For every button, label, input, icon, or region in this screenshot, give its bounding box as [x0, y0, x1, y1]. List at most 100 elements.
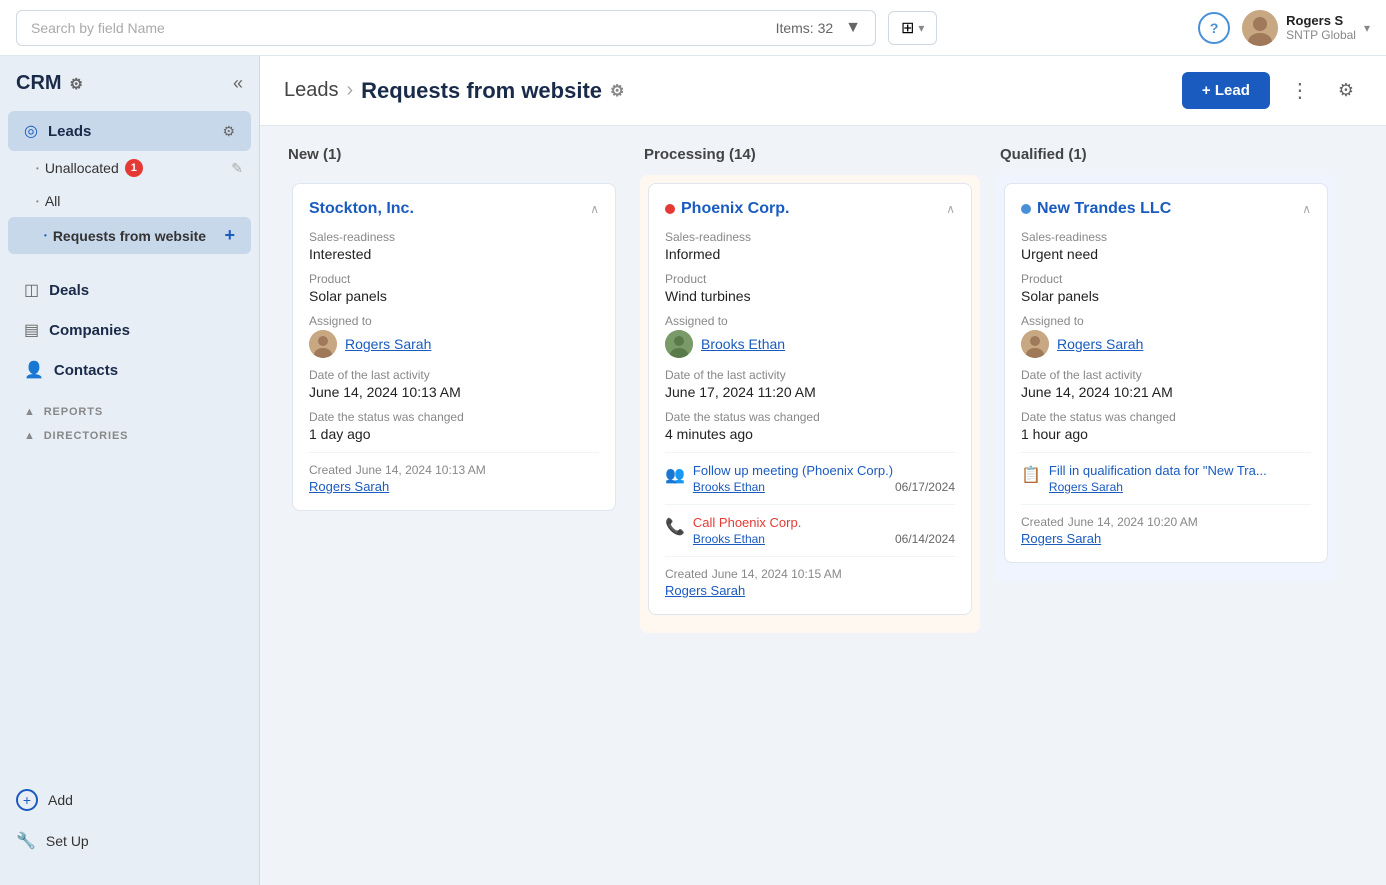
phoenix-last-activity: Date of the last activity June 17, 2024 …	[665, 368, 955, 400]
newtrandes-collapse-icon[interactable]: ∧	[1302, 202, 1311, 216]
newtrandes-product: Product Solar panels	[1021, 272, 1311, 304]
leads-icon: ◎	[24, 121, 38, 141]
stockton-created-info: Created June 14, 2024 10:13 AM	[309, 463, 599, 477]
followup-person[interactable]: Brooks Ethan	[693, 480, 765, 494]
new-column-header: New (1)	[284, 146, 624, 163]
card-newtrandes: New Trandes LLC ∧ Sales-readiness Urgent…	[1004, 183, 1328, 563]
stockton-created-by[interactable]: Rogers Sarah	[309, 479, 599, 494]
phoenix-activity-call: 📞 Call Phoenix Corp. Brooks Ethan 06/14/…	[665, 504, 955, 546]
sidebar-item-deals[interactable]: ◫ Deals	[8, 270, 251, 310]
kanban-column-new: New (1) Stockton, Inc. ∧ Sales-readiness	[284, 146, 624, 529]
companies-label: Companies	[49, 322, 130, 339]
phoenix-title[interactable]: Phoenix Corp.	[665, 200, 789, 218]
sidebar-item-requests[interactable]: • Requests from website +	[8, 217, 251, 254]
phoenix-product-label: Product	[665, 272, 955, 286]
phoenix-la-label: Date of the last activity	[665, 368, 955, 382]
grid-icon: ⊞	[901, 18, 914, 38]
newtrandes-assigned-name[interactable]: Rogers Sarah	[1057, 336, 1143, 352]
stockton-status-changed: Date the status was changed 1 day ago	[309, 410, 599, 442]
breadcrumb-leads[interactable]: Leads	[284, 79, 339, 102]
sidebar-item-all[interactable]: • All	[0, 185, 259, 217]
call-title[interactable]: Call Phoenix Corp.	[693, 515, 955, 530]
phoenix-sr-label: Sales-readiness	[665, 230, 955, 244]
stockton-assigned-name[interactable]: Rogers Sarah	[345, 336, 431, 352]
stockton-collapse-icon[interactable]: ∧	[590, 202, 599, 216]
clipboard-icon: 📋	[1021, 465, 1041, 485]
dot-icon: •	[44, 231, 47, 240]
card-phoenix: Phoenix Corp. ∧ Sales-readiness Informed…	[648, 183, 972, 615]
sidebar-item-unallocated[interactable]: • Unallocated 1 ✎	[0, 151, 259, 185]
stockton-la-label: Date of the last activity	[309, 368, 599, 382]
companies-icon: ▤	[24, 320, 39, 340]
followup-title[interactable]: Follow up meeting (Phoenix Corp.)	[693, 463, 955, 478]
phoenix-activity-followup: 👥 Follow up meeting (Phoenix Corp.) Broo…	[665, 452, 955, 494]
fill-meta: Rogers Sarah	[1049, 480, 1311, 494]
kanban-board: New (1) Stockton, Inc. ∧ Sales-readiness	[260, 126, 1386, 885]
card-stockton: Stockton, Inc. ∧ Sales-readiness Interes…	[292, 183, 616, 511]
sidebar-add-button[interactable]: + Add	[0, 779, 259, 821]
newtrandes-created-date: June 14, 2024 10:20 AM	[1068, 515, 1198, 529]
leads-nav-left: ◎ Leads	[24, 121, 91, 141]
directories-collapse-icon[interactable]: ▲	[24, 430, 36, 442]
sidebar-item-contacts[interactable]: 👤 Contacts	[8, 350, 251, 390]
user-avatar-area[interactable]: Rogers S SNTP Global ▾	[1242, 10, 1370, 46]
newtrandes-last-activity: Date of the last activity June 14, 2024 …	[1021, 368, 1311, 400]
page-settings-icon[interactable]: ⚙	[610, 81, 624, 101]
add-requests-icon[interactable]: +	[224, 225, 235, 246]
add-lead-button[interactable]: + Lead	[1182, 72, 1270, 109]
sidebar-item-companies[interactable]: ▤ Companies	[8, 310, 251, 350]
stockton-footer: Created June 14, 2024 10:13 AM Rogers Sa…	[309, 463, 599, 494]
stockton-la-value: June 14, 2024 10:13 AM	[309, 384, 599, 400]
newtrandes-assigned-avatar	[1021, 330, 1049, 358]
followup-meta: Brooks Ethan 06/17/2024	[693, 480, 955, 494]
fill-content: Fill in qualification data for "New Tra.…	[1049, 463, 1311, 494]
fill-person[interactable]: Rogers Sarah	[1049, 480, 1123, 494]
newtrandes-product-label: Product	[1021, 272, 1311, 286]
sidebar-item-leads[interactable]: ◎ Leads ⚙	[8, 111, 251, 151]
phoenix-assigned-name[interactable]: Brooks Ethan	[701, 336, 785, 352]
filter-icon[interactable]: ▼	[845, 19, 861, 37]
call-content: Call Phoenix Corp. Brooks Ethan 06/14/20…	[693, 515, 955, 546]
newtrandes-sr-value: Urgent need	[1021, 246, 1311, 262]
deals-label: Deals	[49, 282, 89, 299]
logo-gear-icon[interactable]: ⚙	[70, 75, 83, 93]
phoenix-created-label: Created	[665, 567, 708, 581]
reports-collapse-icon[interactable]: ▲	[24, 406, 36, 418]
stockton-sales-readiness: Sales-readiness Interested	[309, 230, 599, 262]
phoenix-product-value: Wind turbines	[665, 288, 955, 304]
view-toggle[interactable]: ⊞ ▾	[888, 11, 937, 45]
sidebar-collapse-button[interactable]: «	[233, 73, 243, 94]
phone-icon: 📞	[665, 517, 685, 537]
leads-label: Leads	[48, 123, 91, 140]
more-options-button[interactable]: ⋮	[1282, 74, 1318, 107]
help-button[interactable]: ?	[1198, 12, 1230, 44]
search-bar[interactable]: Search by field Name Items: 32 ▼	[16, 10, 876, 46]
header-settings-button[interactable]: ⚙	[1330, 76, 1362, 105]
newtrandes-title[interactable]: New Trandes LLC	[1021, 200, 1171, 218]
phoenix-status-changed: Date the status was changed 4 minutes ag…	[665, 410, 955, 442]
newtrandes-footer: Created June 14, 2024 10:20 AM Rogers Sa…	[1021, 515, 1311, 546]
newtrandes-status-dot	[1021, 204, 1031, 214]
kanban-column-qualified: Qualified (1) New Trandes LLC ∧ Sales	[996, 146, 1336, 581]
phoenix-sales-readiness: Sales-readiness Informed	[665, 230, 955, 262]
deals-nav-left: ◫ Deals	[24, 280, 89, 300]
newtrandes-created-info: Created June 14, 2024 10:20 AM	[1021, 515, 1311, 529]
edit-icon[interactable]: ✎	[231, 160, 243, 177]
phoenix-created-by[interactable]: Rogers Sarah	[665, 583, 955, 598]
leads-gear-icon[interactable]: ⚙	[222, 123, 235, 140]
phoenix-collapse-icon[interactable]: ∧	[946, 202, 955, 216]
fill-title[interactable]: Fill in qualification data for "New Tra.…	[1049, 463, 1311, 478]
user-company: SNTP Global	[1286, 28, 1356, 42]
breadcrumb: Leads › Requests from website ⚙	[284, 78, 624, 104]
sidebar-setup-button[interactable]: 🔧 Set Up	[0, 821, 259, 861]
phoenix-divider	[665, 556, 955, 557]
breadcrumb-arrow: ›	[347, 79, 354, 102]
dot-icon: •	[36, 164, 39, 173]
newtrandes-sr-label: Sales-readiness	[1021, 230, 1311, 244]
newtrandes-created-by[interactable]: Rogers Sarah	[1021, 531, 1311, 546]
newtrandes-product-value: Solar panels	[1021, 288, 1311, 304]
stockton-title[interactable]: Stockton, Inc.	[309, 200, 414, 218]
call-person[interactable]: Brooks Ethan	[693, 532, 765, 546]
newtrandes-header: New Trandes LLC ∧	[1021, 200, 1311, 218]
newtrandes-divider	[1021, 504, 1311, 505]
